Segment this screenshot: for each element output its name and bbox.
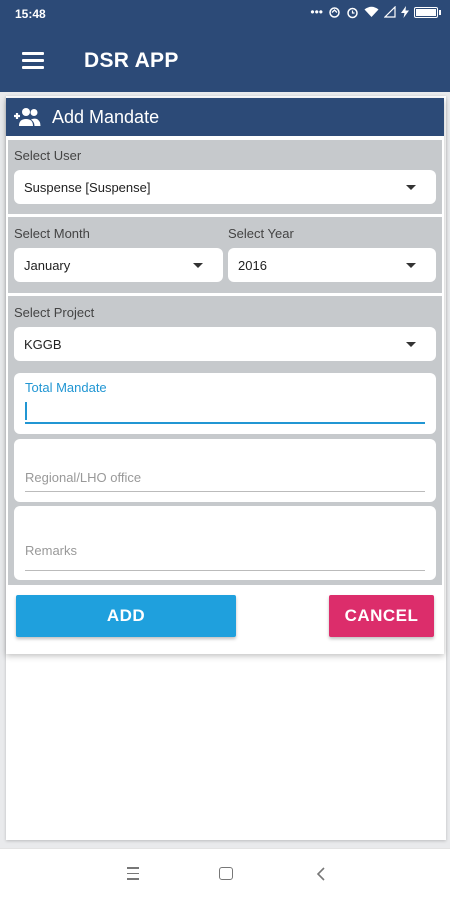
add-mandate-card: Add Mandate Select User Suspense [Suspen… [6,98,444,654]
card-header: Add Mandate [6,98,444,136]
more-dots-icon: ••• [310,5,323,19]
charging-icon [401,6,409,18]
remarks-field[interactable]: Remarks [14,506,436,580]
select-project-dropdown[interactable]: KGGB [14,327,436,361]
total-mandate-label: Total Mandate [25,380,107,395]
system-nav-bar [0,848,450,900]
select-user-value: Suspense [Suspense] [24,180,151,195]
recent-apps-icon[interactable] [127,867,139,884]
alarm-icon [347,7,358,18]
remarks-placeholder: Remarks [25,543,78,558]
select-year-dropdown[interactable]: 2016 [228,248,436,282]
regional-office-placeholder: Regional/LHO office [25,470,142,485]
hamburger-icon[interactable] [22,52,44,69]
back-icon[interactable] [316,867,326,881]
sync-icon [329,6,340,18]
select-user-label: Select User [14,148,82,163]
select-month-dropdown[interactable]: January [14,248,223,282]
select-project-label: Select Project [14,305,95,320]
add-button[interactable]: ADD [16,595,236,637]
text-cursor [25,402,27,420]
chevron-down-icon [406,263,416,268]
month-year-section: Select Month January Select Year 2016 [8,217,442,293]
select-year-value: 2016 [238,258,267,273]
select-user-dropdown[interactable]: Suspense [Suspense] [14,170,436,204]
total-mandate-underline [25,422,425,424]
regional-office-underline [25,491,425,492]
battery-icon [414,6,441,18]
chevron-down-icon [406,342,416,347]
chevron-down-icon [406,185,416,190]
app-bar: DSR APP [0,28,450,92]
regional-office-field[interactable]: Regional/LHO office [14,439,436,502]
status-bar: 15:48 ••• [0,0,450,28]
status-icons: ••• [310,5,441,19]
home-icon[interactable] [219,867,233,880]
select-user-section: Select User Suspense [Suspense] [8,140,442,214]
select-project-value: KGGB [24,337,62,352]
select-year-label: Select Year [228,226,294,241]
add-group-icon [14,108,41,126]
app-title: DSR APP [84,49,179,72]
remarks-underline [25,570,425,571]
select-month-label: Select Month [14,226,90,241]
cancel-button[interactable]: CANCEL [329,595,434,637]
total-mandate-field[interactable]: Total Mandate [14,373,436,434]
project-section: Select Project KGGB Total Mandate Region… [8,296,442,585]
wifi-icon [364,6,379,17]
signal-icon [384,6,396,18]
select-month-value: January [24,258,71,273]
card-title: Add Mandate [52,107,160,127]
status-time: 15:48 [15,7,46,21]
chevron-down-icon [193,263,203,268]
